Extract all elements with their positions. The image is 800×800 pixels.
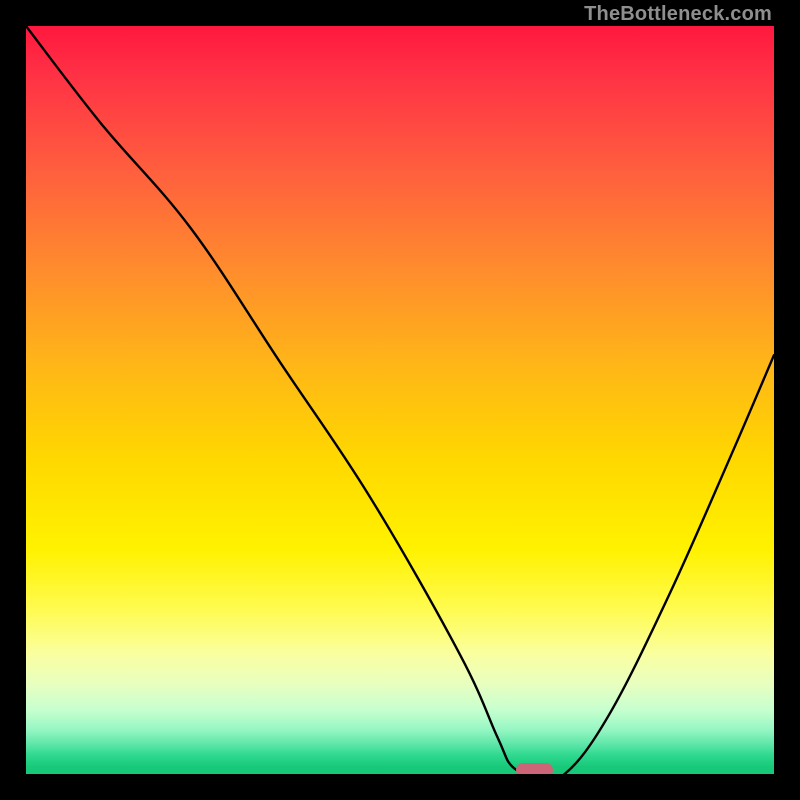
watermark-text: TheBottleneck.com — [584, 3, 772, 26]
curve-svg — [26, 26, 774, 774]
optimum-marker — [516, 763, 553, 775]
bottleneck-curve — [26, 26, 774, 774]
plot-area — [26, 26, 774, 774]
chart-container: { "watermark": "TheBottleneck.com", "cha… — [0, 0, 800, 800]
